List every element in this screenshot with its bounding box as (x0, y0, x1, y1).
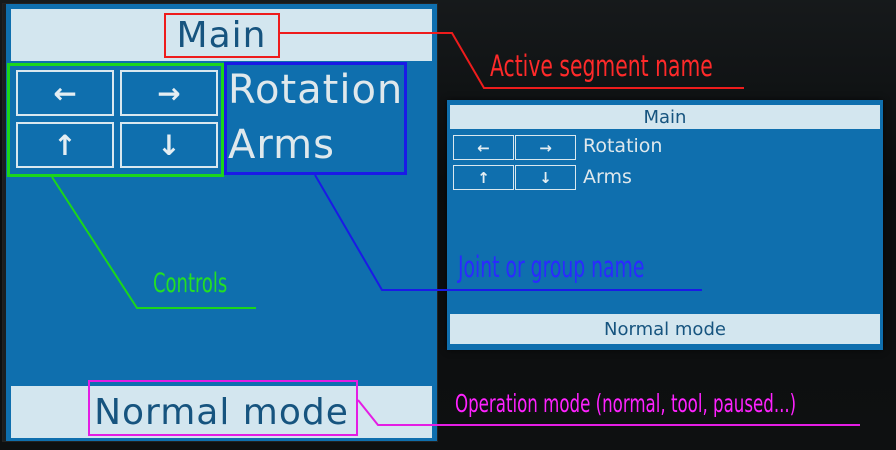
callout-lines (51, 32, 860, 426)
callout-active-segment: Active segment name (490, 49, 713, 83)
callout-joint-group: Joint or group name (458, 250, 645, 284)
callout-operation-mode: Operation mode (normal, tool, paused...) (455, 389, 797, 418)
callout-controls: Controls (153, 268, 228, 299)
